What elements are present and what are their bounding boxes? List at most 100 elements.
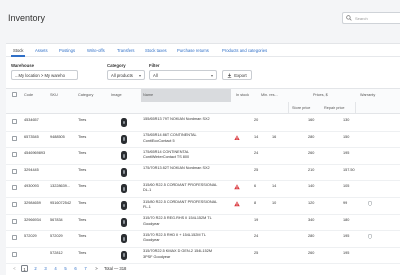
tab-stock[interactable]: Stock	[13, 48, 23, 53]
cell-name[interactable]: 155/65R13 79T NOKIAN Nordman SX2	[143, 117, 210, 122]
cell-code: 572029	[24, 234, 37, 239]
filter-select[interactable]: All ▾	[149, 70, 217, 80]
page-1-button[interactable]: 1	[21, 265, 28, 272]
tab-products-and-categories[interactable]: Products and categories	[222, 48, 267, 53]
page-4-button[interactable]: 4	[52, 265, 59, 272]
total-count: Total — 318	[104, 266, 127, 271]
cell-repair-price: 157.50	[343, 167, 355, 172]
tire-image	[121, 167, 127, 177]
row-checkbox[interactable]	[12, 168, 17, 174]
cell-name[interactable]: 315/60 R22.5 CORDIANT PROFESSIONAL	[143, 183, 217, 188]
col-name[interactable]: Name	[143, 93, 153, 97]
warehouse-value: ...My location > My wareho	[15, 73, 65, 78]
cell-name-line2[interactable]: DL-1	[143, 188, 151, 193]
cell-sku: 572812	[50, 250, 63, 255]
warehouse-label: Warehouse	[11, 63, 35, 68]
tire-image	[121, 118, 127, 127]
row-checkbox[interactable]	[12, 251, 17, 257]
table-row[interactable]: 4930093 13228639... Tires 315/60 R22.5 CORD…	[6, 181, 400, 198]
cell-name-line2[interactable]: 3PSF Goodyear	[143, 255, 170, 260]
cell-code: 3294445	[24, 167, 39, 172]
col-prices: Prices, $	[313, 93, 328, 97]
table-row[interactable]: 32966934 567834 Tires 315/70 R22.5 REG.RHS …	[6, 215, 400, 232]
cell-repair-price: 195	[343, 151, 350, 156]
page-3-button[interactable]: 3	[42, 265, 49, 272]
category-label: Category	[107, 63, 126, 68]
cell-name[interactable]: 175/65R14 CONTINENTAL	[143, 150, 189, 155]
category-select[interactable]: All products ▾	[107, 70, 145, 80]
page-title: Inventory	[8, 13, 46, 23]
col-repair-price[interactable]: Repair price	[324, 106, 344, 110]
col-code[interactable]: Code	[24, 93, 33, 97]
tire-image	[121, 217, 127, 227]
prev-page-button[interactable]: <	[11, 265, 18, 272]
row-checkbox[interactable]	[12, 218, 17, 224]
search-placeholder: Search	[355, 15, 368, 21]
col-sku[interactable]: SKU	[50, 93, 58, 97]
table-row[interactable]: 572029 572029 Tires 315/70 R22.5 RHD II + 1…	[6, 231, 400, 248]
row-checkbox[interactable]	[12, 235, 17, 241]
download-icon	[228, 73, 232, 78]
tire-image	[121, 134, 127, 144]
row-checkbox[interactable]	[12, 119, 17, 124]
col-store-price[interactable]: Store price	[292, 106, 310, 110]
cell-name[interactable]: 315/70 R22.5 REG.RHS II 154L152M TL	[143, 216, 212, 221]
next-page-button[interactable]: >	[93, 265, 100, 272]
filter-label: Filter	[149, 63, 160, 68]
table-row[interactable]: 4534657 Tires 155/65R13 79T NOKIAN Nordman…	[6, 115, 400, 132]
table-row[interactable]: 4546969893 Tires 175/65R14 CONTINENTAL Cont…	[6, 148, 400, 165]
cell-name-line2[interactable]: ContiWinterContact TS 800	[143, 155, 189, 160]
search-input[interactable]: Search	[342, 12, 400, 24]
cell-sku: 9516072542	[50, 201, 72, 205]
page-7-button[interactable]: 7	[82, 265, 89, 272]
warehouse-select[interactable]: ...My location > My wareho	[11, 70, 78, 80]
page-5-button[interactable]: 5	[62, 265, 69, 272]
page-6-button[interactable]: 6	[72, 265, 79, 272]
col-in-stock[interactable]: In stock	[236, 93, 249, 97]
cell-sku: 13228639...	[50, 184, 71, 189]
row-checkbox[interactable]	[12, 202, 17, 207]
col-image: Image	[111, 93, 122, 97]
cell-name-line2[interactable]: Goodyear	[143, 238, 160, 243]
tab-transfers[interactable]: Transfers	[117, 48, 135, 53]
col-min-reserve[interactable]: Min. res...	[261, 93, 278, 97]
cell-repair-price: 195	[343, 234, 350, 239]
select-all-checkbox[interactable]	[12, 92, 17, 97]
tab-postings[interactable]: Postings	[59, 48, 75, 53]
tire-image	[121, 234, 127, 244]
table-row[interactable]: 32984659 9516072542 Tires 315/80 R22.5 CORD…	[6, 198, 400, 215]
chevron-down-icon: ▾	[138, 73, 141, 78]
table-row[interactable]: 6573545 9488505 Tires 175/65R14 86T CONTINE…	[6, 132, 400, 149]
cell-code: 4546969893	[24, 151, 46, 156]
col-category[interactable]: Category	[78, 93, 93, 97]
page-2-button[interactable]: 2	[32, 265, 39, 272]
tab-assets[interactable]: Assets	[35, 48, 48, 53]
cell-repair-price: 105	[343, 184, 350, 189]
tab-write-offs[interactable]: Write-offs	[87, 48, 105, 53]
filter-value: All	[153, 73, 158, 78]
cell-name[interactable]: 315/70R22.5 KMAX D GEN-2 154L152M	[143, 249, 212, 254]
tab-purchase-returns[interactable]: Purchase returns	[177, 48, 209, 53]
cell-min-reserve: 14	[272, 184, 277, 189]
col-warranty[interactable]: Warranty	[360, 93, 375, 97]
cell-name[interactable]: 175/70R13 82T NOKIAN Nordman SX2	[143, 166, 210, 171]
cell-name-line2[interactable]: ContiEcoContact 5	[143, 139, 175, 144]
cell-store-price: 280	[308, 234, 315, 239]
chevron-down-icon: ▾	[210, 73, 213, 78]
table-row[interactable]: 3294445 Tires 175/70R13 82T NOKIAN Nordman…	[6, 165, 400, 182]
active-tab-indicator	[11, 55, 25, 57]
cell-name-line2[interactable]: FL-1	[143, 205, 151, 210]
tab-stock-taxes[interactable]: Stock taxes	[145, 48, 167, 53]
divider	[288, 102, 289, 114]
row-checkbox[interactable]	[12, 152, 17, 158]
cell-name[interactable]: 315/80 R22.5 CORDIANT PROFESSIONAL	[143, 200, 217, 205]
cell-category: Tires	[78, 201, 87, 205]
cell-in-stock: 25	[254, 167, 259, 172]
row-checkbox[interactable]	[12, 135, 17, 141]
cell-name[interactable]: 175/65R14 86T CONTINENTAL	[143, 133, 197, 138]
cell-name-line2[interactable]: Goodyear	[143, 222, 160, 227]
export-button[interactable]: Export	[222, 70, 252, 80]
row-checkbox[interactable]	[12, 185, 17, 191]
cell-name[interactable]: 315/70 R22.5 RHD II + 154L152M TL	[143, 233, 206, 238]
cell-category: Tires	[78, 184, 87, 189]
